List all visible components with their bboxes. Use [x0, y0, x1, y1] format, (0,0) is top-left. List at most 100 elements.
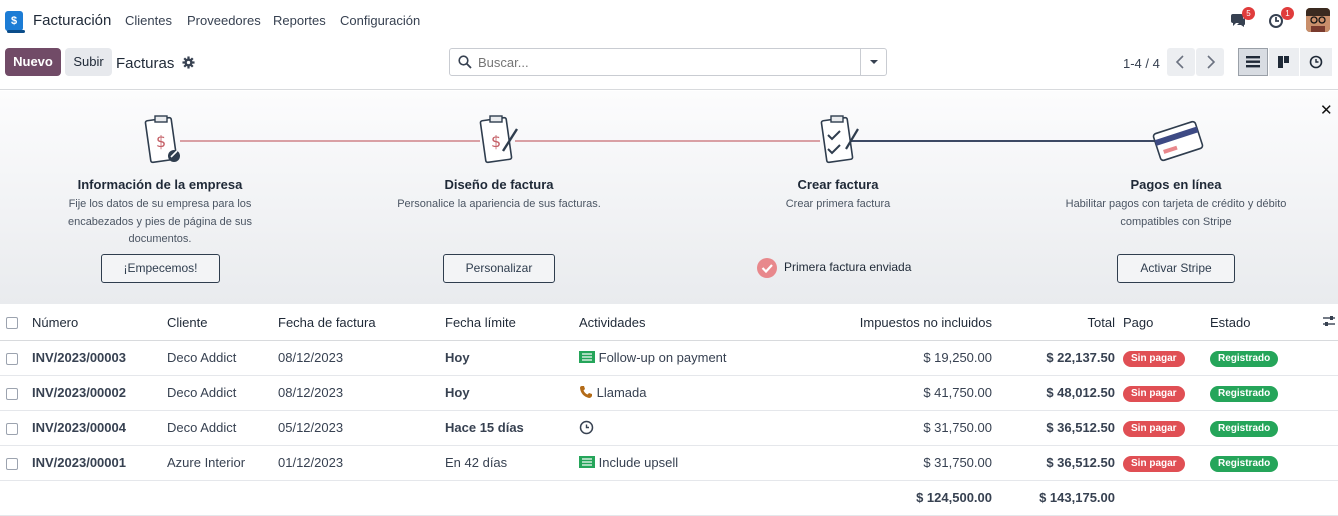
total-amount: $ 22,137.50 [992, 340, 1115, 376]
menu-configuracion[interactable]: Configuración [340, 13, 420, 28]
pager-previous-button[interactable] [1167, 48, 1195, 76]
client-name[interactable]: Deco Addict [167, 410, 278, 446]
activity-cell[interactable]: Llamada [579, 375, 779, 411]
checklist-icon [820, 115, 859, 164]
invoice-date[interactable]: 08/12/2023 [278, 375, 445, 411]
new-button[interactable]: Nuevo [5, 48, 61, 76]
select-all-checkbox[interactable] [6, 317, 18, 330]
invoicing-app-icon[interactable]: $ [5, 11, 25, 33]
activity-cell[interactable]: Follow-up on payment [579, 340, 779, 376]
pager-next-button[interactable] [1196, 48, 1224, 76]
invoice-number[interactable]: INV/2023/00004 [32, 410, 167, 446]
col-state[interactable]: Estado [1210, 305, 1310, 341]
check-circle-icon [757, 258, 777, 278]
col-total[interactable]: Total [992, 305, 1115, 341]
invoice-number[interactable]: INV/2023/00002 [32, 375, 167, 411]
lets-start-button[interactable]: ¡Empecemos! [101, 254, 220, 283]
col-invoice-date[interactable]: Fecha de factura [278, 305, 445, 341]
menu-clientes[interactable]: Clientes [125, 13, 172, 28]
total-amount: $ 36,512.50 [992, 410, 1115, 446]
col-activities[interactable]: Actividades [579, 305, 779, 341]
upload-button[interactable]: Subir [65, 48, 112, 76]
activity-view-button[interactable] [1300, 48, 1332, 76]
step-description: Habilitar pagos con tarjeta de crédito y… [1065, 198, 1287, 228]
row-select-cell [0, 375, 32, 411]
step-description: Crear primera factura [785, 198, 891, 210]
total-amount: $ 36,512.50 [992, 445, 1115, 481]
table-row[interactable]: INV/2023/00002 Deco Addict 08/12/2023 Hoy L… [0, 375, 1338, 411]
customize-button[interactable]: Personalizar [443, 254, 555, 283]
row-checkbox[interactable] [6, 457, 18, 470]
kanban-icon [1278, 56, 1289, 68]
search-options-toggle[interactable] [860, 49, 886, 75]
invoice-date[interactable]: 01/12/2023 [278, 445, 445, 481]
state-badge: Registrado [1210, 350, 1279, 367]
client-name[interactable]: Deco Addict [167, 375, 278, 411]
invoice-date[interactable]: 05/12/2023 [278, 410, 445, 446]
email-icon[interactable] [579, 350, 595, 365]
invoice-date[interactable]: 08/12/2023 [278, 340, 445, 376]
chevron-right-icon [1207, 55, 1216, 69]
untaxed-amount: $ 31,750.00 [779, 445, 992, 481]
activity-cell[interactable]: Include upsell [579, 445, 779, 481]
col-number[interactable]: Número [32, 305, 167, 341]
menu-proveedores[interactable]: Proveedores [187, 13, 261, 28]
row-spacer [1310, 340, 1338, 376]
app-name[interactable]: Facturación [33, 12, 111, 29]
invoice-number[interactable]: INV/2023/00001 [32, 445, 167, 481]
search-input[interactable] [478, 53, 858, 71]
due-date[interactable]: Hoy [445, 340, 579, 376]
untaxed-amount: $ 31,750.00 [779, 410, 992, 446]
gear-icon[interactable] [181, 56, 195, 69]
svg-text:$: $ [156, 132, 166, 151]
table-row[interactable]: INV/2023/00003 Deco Addict 08/12/2023 Hoy F… [0, 340, 1338, 376]
col-untaxed[interactable]: Impuestos no incluidos [779, 305, 992, 341]
row-select-cell [0, 445, 32, 481]
step-title: Crear factura [797, 177, 879, 192]
close-onboarding-button[interactable]: ✕ [1320, 101, 1333, 119]
done-label: Primera factura enviada [784, 260, 912, 274]
credit-card-icon [1152, 120, 1204, 162]
table-row[interactable]: INV/2023/00001 Azure Interior 01/12/2023 En… [0, 445, 1338, 481]
pager-value[interactable]: 1-4 / 4 [1123, 56, 1160, 71]
email-icon[interactable] [579, 455, 595, 470]
caret-down-icon [870, 60, 878, 64]
menu-reportes[interactable]: Reportes [273, 13, 326, 28]
messages-icon[interactable]: 5 [1229, 7, 1255, 30]
sliders-icon[interactable] [1322, 314, 1336, 328]
phone-icon[interactable] [579, 385, 593, 400]
user-avatar[interactable] [1306, 8, 1330, 32]
step-title: Pagos en línea [1130, 177, 1222, 192]
row-spacer [1310, 445, 1338, 481]
activity-summary: Include upsell [598, 455, 679, 470]
table-row[interactable]: INV/2023/00004 Deco Addict 05/12/2023 Hace … [0, 410, 1338, 446]
client-name[interactable]: Deco Addict [167, 340, 278, 376]
payment-cell: Sin pagar [1115, 375, 1210, 411]
control-panel: Nuevo Subir Facturas 1-4 / 4 [0, 42, 1338, 90]
row-checkbox[interactable] [6, 422, 18, 435]
list-view-button[interactable] [1238, 48, 1268, 76]
state-badge: Registrado [1210, 455, 1279, 472]
invoice-number[interactable]: INV/2023/00003 [32, 340, 167, 376]
col-payment[interactable]: Pago [1115, 305, 1210, 341]
kanban-view-button[interactable] [1269, 48, 1299, 76]
row-checkbox[interactable] [6, 352, 18, 365]
state-cell: Registrado [1210, 445, 1310, 481]
activity-cell[interactable] [579, 410, 779, 446]
due-date[interactable]: Hace 15 días [445, 410, 579, 446]
activities-icon[interactable]: 1 [1268, 7, 1294, 30]
due-date[interactable]: Hoy [445, 375, 579, 411]
client-name[interactable]: Azure Interior [167, 445, 278, 481]
step-description: Personalice la apariencia de sus factura… [397, 198, 601, 210]
clock-icon[interactable] [579, 420, 594, 436]
page-title: Facturas [116, 55, 175, 72]
payment-status-badge: Sin pagar [1123, 420, 1185, 437]
untaxed-amount: $ 41,750.00 [779, 375, 992, 411]
col-client[interactable]: Cliente [167, 305, 278, 341]
row-checkbox[interactable] [6, 387, 18, 400]
payment-status-badge: Sin pagar [1123, 385, 1185, 402]
col-due-date[interactable]: Fecha límite [445, 305, 579, 341]
due-date[interactable]: En 42 días [445, 445, 579, 481]
activate-stripe-button[interactable]: Activar Stripe [1117, 254, 1235, 283]
step-title: Información de la empresa [77, 177, 243, 192]
